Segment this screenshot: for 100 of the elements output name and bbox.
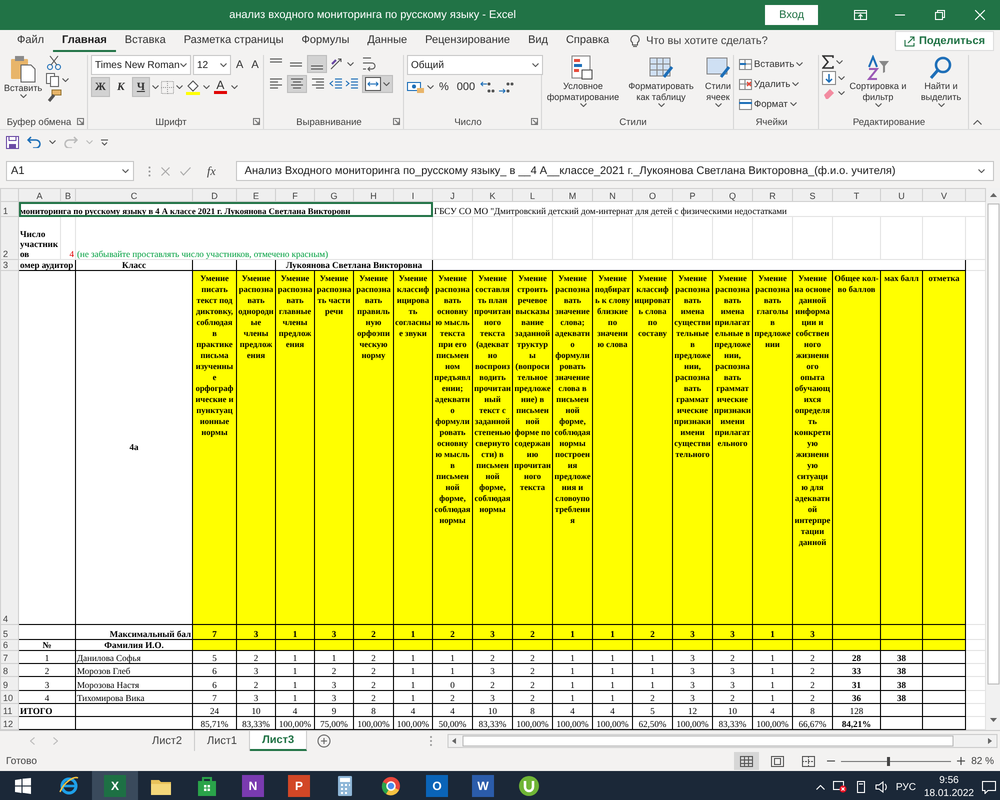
undo-icon[interactable]: [27, 136, 41, 148]
bold-button[interactable]: Ж: [91, 77, 110, 97]
add-sheet-icon[interactable]: [317, 734, 332, 748]
collapse-ribbon-icon[interactable]: [973, 120, 982, 125]
share-button[interactable]: Поделиться: [894, 31, 994, 51]
row-header[interactable]: 8: [0, 664, 18, 677]
number-format-dropdown[interactable]: Общий: [407, 55, 543, 75]
column-header[interactable]: R: [752, 188, 792, 202]
row-header[interactable]: 4: [0, 270, 18, 624]
format-as-table-button[interactable]: Форматировать как таблицу: [624, 55, 698, 115]
scissors-icon[interactable]: [46, 55, 62, 71]
percent-button[interactable]: %: [436, 77, 452, 97]
font-size-dropdown[interactable]: 12: [193, 55, 231, 75]
network-disconnected-icon[interactable]: [832, 781, 847, 793]
currency-icon[interactable]: [407, 80, 425, 94]
notifications-icon[interactable]: [982, 780, 996, 794]
zoom-slider[interactable]: [841, 756, 952, 766]
dialog-launcher-icon[interactable]: [393, 118, 400, 125]
column-header[interactable]: P: [672, 188, 712, 202]
menu-tab[interactable]: Формулы: [292, 30, 358, 52]
cell-styles-button[interactable]: Стили ячеек: [701, 55, 735, 115]
notebook-app-icon[interactable]: N: [242, 775, 264, 797]
increase-indent-icon[interactable]: [345, 77, 359, 91]
row-header[interactable]: 6: [0, 640, 18, 651]
find-select-button[interactable]: Найти и выделить: [911, 55, 971, 115]
presentation-app-icon[interactable]: P: [288, 775, 310, 797]
row-header[interactable]: 1: [0, 202, 18, 217]
column-header[interactable]: T: [832, 188, 880, 202]
align-left-icon[interactable]: [269, 77, 283, 91]
sheet-tab[interactable]: Лист3: [250, 731, 308, 751]
grow-font-button[interactable]: A: [233, 55, 246, 75]
mail-app-icon[interactable]: O: [426, 775, 448, 797]
column-header[interactable]: M: [552, 188, 592, 202]
shopping-bag-icon[interactable]: [196, 775, 218, 797]
clock-time[interactable]: 9:56: [939, 774, 959, 787]
font-name-dropdown[interactable]: Times New Roman: [91, 55, 191, 75]
windows-start-icon[interactable]: [15, 778, 31, 794]
column-header[interactable]: S: [792, 188, 832, 202]
close-icon[interactable]: [975, 10, 986, 20]
spreadsheet-app-icon[interactable]: X: [104, 775, 126, 797]
fill-down-icon[interactable]: [822, 71, 836, 85]
insert-button[interactable]: Вставить: [737, 55, 806, 73]
sort-filter-button[interactable]: Сортировка и фильтр: [848, 55, 908, 115]
column-header[interactable]: G: [314, 188, 354, 202]
browser-icon[interactable]: [380, 775, 402, 797]
zoom-in-icon[interactable]: [957, 757, 966, 765]
format-button[interactable]: Формат: [737, 95, 806, 113]
underline-button[interactable]: Ч: [132, 77, 150, 97]
clock-date[interactable]: 18.01.2022: [924, 787, 974, 800]
conditional-formatting-button[interactable]: Условное форматирование: [545, 55, 621, 115]
font-color-button[interactable]: A: [212, 80, 229, 94]
row-header[interactable]: 3: [0, 259, 18, 270]
italic-button[interactable]: К: [112, 77, 130, 97]
format-painter-icon[interactable]: [46, 89, 62, 103]
align-center-icon[interactable]: [290, 77, 304, 91]
column-header[interactable]: L: [512, 188, 552, 202]
normal-view-icon[interactable]: [740, 756, 754, 766]
page-break-icon[interactable]: [802, 756, 816, 766]
column-header[interactable]: E: [236, 188, 276, 202]
save-icon[interactable]: [6, 136, 19, 148]
device-icon[interactable]: [854, 781, 867, 793]
row-header[interactable]: 12: [0, 716, 18, 730]
column-header[interactable]: U: [880, 188, 922, 202]
page-layout-icon[interactable]: [771, 756, 784, 766]
row-header[interactable]: 10: [0, 690, 18, 704]
menu-tab[interactable]: Рецензирование: [416, 30, 520, 52]
column-header[interactable]: D: [192, 188, 236, 202]
torrent-app-icon[interactable]: [518, 775, 540, 797]
restore-icon[interactable]: [935, 10, 946, 20]
search-hint[interactable]: Что вы хотите сделать?: [646, 35, 768, 47]
column-header[interactable]: A: [18, 188, 60, 202]
horizontal-scrollbar[interactable]: [428, 734, 998, 748]
row-header[interactable]: 7: [0, 650, 18, 664]
column-header[interactable]: J: [432, 188, 472, 202]
sign-in-button[interactable]: Вход: [765, 5, 818, 25]
row-header[interactable]: 5: [0, 624, 18, 640]
wrap-text-icon[interactable]: [362, 55, 376, 73]
name-box[interactable]: A1: [6, 161, 134, 181]
column-header[interactable]: O: [632, 188, 672, 202]
column-header[interactable]: C: [76, 188, 192, 202]
column-header[interactable]: I: [394, 188, 432, 202]
menu-tab[interactable]: Справка: [556, 30, 618, 52]
formula-field[interactable]: Анализ Входного мониторинга по_русскому языку_ в __4 А__классе_2021 г._Лукоянова Светлана Викторовна_(ф.и.о. учителя): [236, 161, 994, 181]
dialog-launcher-icon[interactable]: [531, 118, 538, 125]
thousands-separator-button[interactable]: 000: [454, 77, 478, 97]
delete-button[interactable]: Удалить: [737, 75, 806, 93]
column-header[interactable]: Q: [712, 188, 752, 202]
decrease-indent-icon[interactable]: [329, 77, 343, 91]
paste-button[interactable]: Вставить: [3, 55, 44, 115]
menu-tab[interactable]: Файл: [8, 30, 54, 52]
customize-toolbar-icon[interactable]: [101, 138, 108, 146]
dialog-launcher-icon[interactable]: [253, 118, 260, 125]
column-header[interactable]: B: [60, 188, 76, 202]
borders-icon[interactable]: [160, 80, 174, 94]
autosum-icon[interactable]: [822, 55, 834, 69]
volume-icon[interactable]: [874, 781, 888, 793]
show-hidden-icons-icon[interactable]: [816, 784, 825, 790]
shrink-font-button[interactable]: A: [248, 55, 262, 75]
row-header[interactable]: 9: [0, 676, 18, 690]
menu-tab[interactable]: Данные: [358, 30, 416, 52]
